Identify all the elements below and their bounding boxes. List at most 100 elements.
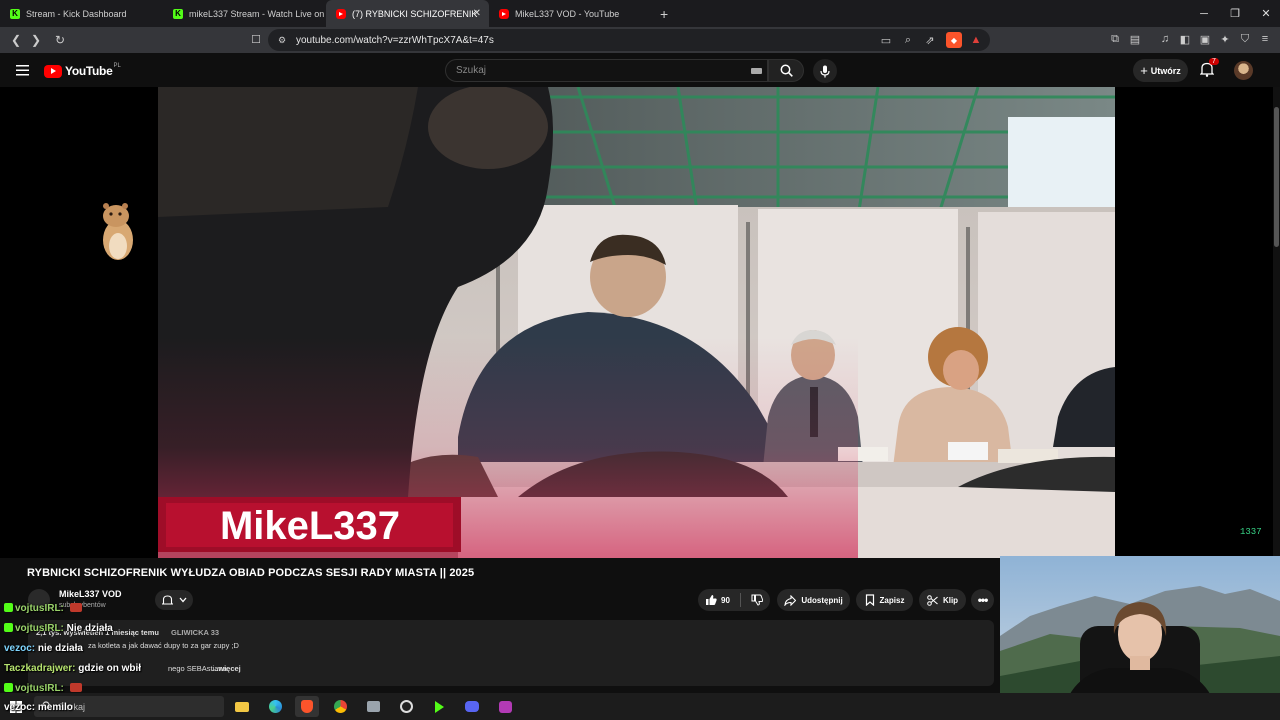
url-text: youtube.com/watch?v=zzrWhTpcX7A&t=47s xyxy=(296,34,494,46)
emote-icon xyxy=(69,603,82,612)
share-button[interactable]: Udostępnij xyxy=(777,589,850,611)
brave-rewards-icon[interactable]: ▲ xyxy=(968,32,984,48)
thumbs-down-icon[interactable] xyxy=(751,594,763,606)
create-label: Utwórz xyxy=(1150,65,1181,76)
plus-icon: + xyxy=(1140,63,1148,78)
scrollbar-thumb[interactable] xyxy=(1274,107,1279,247)
music-icon[interactable]: ♫ xyxy=(1157,31,1173,47)
chat-text: memilo xyxy=(37,702,73,713)
video-right-gutter xyxy=(1115,87,1273,558)
brave-shield-icon[interactable]: ◆ xyxy=(946,32,962,48)
bookmark-icon[interactable]: ☐ xyxy=(248,31,264,47)
minimize-icon[interactable]: ─ xyxy=(1188,0,1220,27)
chat-username: vojtusIRL: xyxy=(15,603,64,614)
subscription-bell-button[interactable] xyxy=(155,590,193,610)
youtube-icon xyxy=(336,8,346,19)
microphone-icon xyxy=(820,65,830,77)
description-box[interactable]: 2,1 tys. wyświetleń 1 miesiąc temu GLIWI… xyxy=(28,620,994,686)
channel-name[interactable]: MikeL337 VOD xyxy=(59,589,122,599)
back-icon[interactable]: ❮ xyxy=(6,30,26,50)
chat-message: vojtusIRL: xyxy=(4,603,82,614)
share-label: Udostępnij xyxy=(801,595,843,605)
like-button[interactable]: 90 xyxy=(705,594,730,606)
tab-label: Stream - Kick Dashboard xyxy=(26,8,127,19)
save-label: Zapisz xyxy=(879,595,905,605)
subscriber-badge-icon xyxy=(4,623,13,632)
logo-region: PL xyxy=(113,63,121,69)
close-window-icon[interactable]: ✕ xyxy=(1250,0,1280,27)
like-count: 90 xyxy=(721,595,730,605)
chat-username: Taczkadrajwer: xyxy=(4,663,76,674)
youtube-header: YouTube PL + Utwórz 7 xyxy=(0,53,1280,87)
chat-message: vojtusIRL: Nie działa xyxy=(4,623,113,634)
create-button[interactable]: + Utwórz xyxy=(1133,59,1188,82)
youtube-logo[interactable]: YouTube PL xyxy=(44,63,121,78)
video-left-gutter xyxy=(0,87,158,558)
address-bar[interactable]: ⚙ youtube.com/watch?v=zzrWhTpcX7A&t=47s … xyxy=(268,29,990,51)
save-button[interactable]: Zapisz xyxy=(856,589,913,611)
sidebar-icon[interactable]: ◧ xyxy=(1177,31,1193,47)
tab-youtube-vod[interactable]: MikeL337 VOD - YouTube xyxy=(489,0,652,27)
description-more-link[interactable]: ...więcej xyxy=(212,664,241,673)
edge-icon[interactable] xyxy=(263,696,287,717)
tab-label: (7) RYBNICKI SCHIZOFRENIK xyxy=(352,8,478,19)
kick-app-icon[interactable] xyxy=(427,696,451,717)
subscriber-badge-icon xyxy=(4,683,13,692)
new-tab-button[interactable]: + xyxy=(660,6,668,22)
vpn-icon[interactable]: ⛉ xyxy=(1237,31,1253,47)
hamburger-menu-icon[interactable] xyxy=(16,64,30,76)
site-info-icon[interactable]: ⚙ xyxy=(274,32,290,48)
chat-message: vezoc: nie działa xyxy=(4,643,83,654)
search-button[interactable] xyxy=(768,59,804,82)
more-horizontal-icon: ••• xyxy=(977,593,989,607)
chat-message: vezoc: memilo xyxy=(4,702,73,713)
reload-icon[interactable]: ↻ xyxy=(50,30,70,50)
brave-icon[interactable] xyxy=(295,696,319,717)
reading-list-icon[interactable]: ▤ xyxy=(1127,31,1143,47)
chat-message: Taczkadrajwer: gdzie on wbił xyxy=(4,663,141,674)
forward-icon[interactable]: ❯ xyxy=(26,30,46,50)
overlay-name-text: MikeL337 xyxy=(220,504,400,548)
leo-ai-icon[interactable]: ✦ xyxy=(1217,31,1233,47)
menu-icon[interactable]: ≡ xyxy=(1257,31,1273,47)
chat-text: Nie działa xyxy=(66,623,113,634)
share-icon xyxy=(784,594,797,606)
video-title: RYBNICKI SCHIZOFRENIK WYŁUDZA OBIAD PODC… xyxy=(27,567,475,579)
divider xyxy=(739,593,741,607)
discord-icon[interactable] xyxy=(460,696,484,717)
video-player[interactable]: MikeL337 xyxy=(158,87,1115,558)
tab-label: mikeL337 Stream - Watch Live on xyxy=(189,8,325,19)
youtube-icon xyxy=(44,64,62,78)
share-icon[interactable]: ⇗ xyxy=(922,32,938,48)
obs-icon[interactable] xyxy=(394,696,418,717)
description-line: za kotleta a jak dawać dupy to za gar zu… xyxy=(88,641,239,650)
file-explorer-icon[interactable] xyxy=(230,696,254,717)
tab-kick-dashboard[interactable]: K Stream - Kick Dashboard xyxy=(0,0,163,27)
chevron-down-icon xyxy=(179,597,186,603)
voice-search-button[interactable] xyxy=(813,59,837,83)
maximize-icon[interactable]: ❐ xyxy=(1219,0,1251,27)
description-tag[interactable]: GLIWICKA 33 xyxy=(171,628,219,637)
app-icon[interactable] xyxy=(361,696,385,717)
search-input[interactable] xyxy=(446,60,726,81)
tab-kick-stream[interactable]: K mikeL337 Stream - Watch Live on xyxy=(163,0,326,27)
tab-youtube-video[interactable]: (7) RYBNICKI SCHIZOFRENIK ✕ xyxy=(326,0,489,27)
wallet-icon[interactable]: ▣ xyxy=(1197,31,1213,47)
app-icon[interactable] xyxy=(493,696,517,717)
more-actions-button[interactable]: ••• xyxy=(971,589,994,611)
extensions-icon[interactable]: ⧉ xyxy=(1107,31,1123,47)
clip-button[interactable]: Klip xyxy=(919,589,966,611)
thumbs-up-icon xyxy=(706,595,717,605)
kick-icon: K xyxy=(173,8,183,19)
hamster-sticker xyxy=(103,203,133,260)
cast-icon[interactable]: ▭ xyxy=(878,32,894,48)
chat-username: vezoc: xyxy=(4,643,36,654)
zoom-icon[interactable]: ⌕ xyxy=(900,32,916,48)
account-avatar[interactable] xyxy=(1234,61,1253,80)
keyboard-icon[interactable] xyxy=(751,68,762,74)
page-scrollbar[interactable] xyxy=(1273,87,1280,558)
chrome-icon[interactable] xyxy=(328,696,352,717)
search-icon xyxy=(780,64,793,77)
close-tab-icon[interactable]: ✕ xyxy=(473,8,481,19)
notifications-button[interactable]: 7 xyxy=(1199,58,1219,79)
